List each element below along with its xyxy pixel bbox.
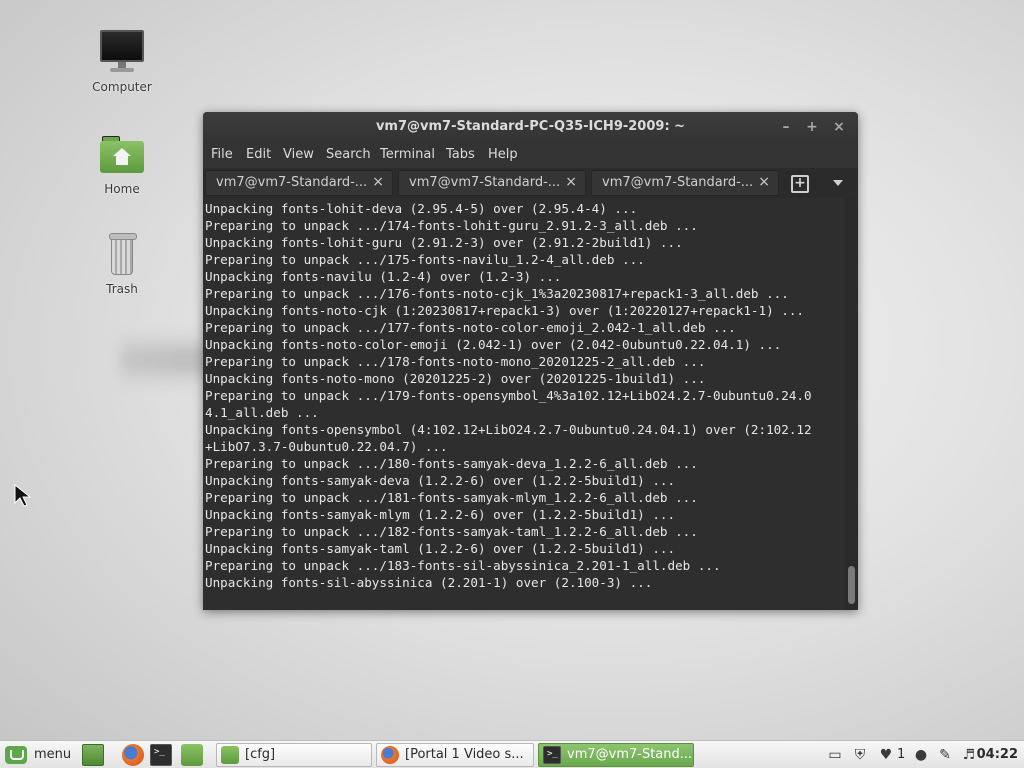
firefox-icon: [381, 746, 399, 764]
menu-bar: File Edit View Search Terminal Tabs Help: [203, 142, 858, 168]
menu-help[interactable]: Help: [488, 147, 518, 162]
taskbar-window-cfg[interactable]: [cfg]: [216, 743, 372, 767]
tab-label: vm7@vm7-Standard-...: [216, 175, 368, 190]
desktop-icon-label: Computer: [92, 80, 152, 94]
menu-file[interactable]: File: [211, 147, 233, 162]
taskbar: menu [cfg] [Portal 1 Video s... vm7@vm7-…: [0, 740, 1024, 768]
terminal-icon: [543, 746, 561, 764]
trash-icon: [98, 230, 146, 278]
taskbar-window-label: [Portal 1 Video s...: [405, 747, 524, 762]
menu-label: menu: [34, 747, 72, 762]
tab-label: vm7@vm7-Standard-...: [602, 175, 754, 190]
desktop-icon-computer[interactable]: Computer: [74, 28, 170, 94]
taskbar-window-firefox[interactable]: [Portal 1 Video s...: [376, 743, 534, 767]
tab-2[interactable]: vm7@vm7-Standard-... ×: [398, 170, 586, 196]
files-launcher-icon[interactable]: [181, 744, 203, 766]
terminal-text: Unpacking fonts-lohit-deva (2.95.4-5) ov…: [205, 201, 812, 590]
tab-label: vm7@vm7-Standard-...: [409, 175, 561, 190]
firefox-launcher-icon[interactable]: [122, 744, 144, 766]
tab-list-chevron-down-icon[interactable]: [833, 180, 843, 186]
taskbar-window-label: vm7@vm7-Stand...: [567, 747, 693, 762]
menu-edit[interactable]: Edit: [246, 147, 271, 162]
clipboard-icon[interactable]: ▭: [826, 746, 844, 764]
show-desktop-icon[interactable]: [82, 744, 104, 766]
tab-close-icon[interactable]: ×: [565, 174, 577, 190]
volume-icon[interactable]: ♬: [960, 746, 978, 764]
taskbar-window-label: [cfg]: [245, 747, 276, 762]
terminal-output[interactable]: Unpacking fonts-lohit-deva (2.95.4-5) ov…: [203, 198, 845, 610]
taskbar-window-terminal[interactable]: vm7@vm7-Stand...: [538, 743, 694, 767]
clock[interactable]: 04:22: [977, 747, 1018, 762]
tab-3[interactable]: vm7@vm7-Standard-... ×: [591, 170, 779, 196]
terminal-launcher-icon[interactable]: [150, 744, 172, 766]
tab-close-icon[interactable]: ×: [758, 174, 770, 190]
menu-tabs[interactable]: Tabs: [446, 147, 475, 162]
tab-bar: vm7@vm7-Standard-... × vm7@vm7-Standard-…: [203, 168, 858, 198]
start-menu-button[interactable]: menu: [2, 743, 74, 767]
user-icon[interactable]: ●: [912, 746, 930, 764]
mint-logo-icon: [5, 746, 27, 764]
tab-close-icon[interactable]: ×: [372, 174, 384, 190]
folder-icon: [221, 746, 239, 764]
new-tab-icon[interactable]: +: [791, 175, 809, 193]
terminal-window[interactable]: vm7@vm7-Standard-PC-Q35-ICH9-2009: ~ – +…: [203, 112, 858, 610]
titlebar[interactable]: vm7@vm7-Standard-PC-Q35-ICH9-2009: ~ – +…: [203, 112, 858, 142]
menu-view[interactable]: View: [283, 147, 314, 162]
desktop-icon-trash[interactable]: Trash: [74, 230, 170, 296]
desktop-icon-label: Trash: [106, 282, 138, 296]
scrollbar-thumb[interactable]: [848, 566, 855, 604]
pen-icon[interactable]: ✎: [936, 746, 954, 764]
maximize-button[interactable]: +: [803, 118, 821, 136]
menu-terminal[interactable]: Terminal: [380, 147, 435, 162]
tab-1[interactable]: vm7@vm7-Standard-... ×: [205, 170, 393, 196]
home-folder-icon: [98, 130, 146, 178]
window-title: vm7@vm7-Standard-PC-Q35-ICH9-2009: ~: [375, 119, 686, 134]
desktop-icon-label: Home: [104, 182, 140, 196]
desktop-icon-home[interactable]: Home: [74, 130, 170, 196]
menu-search[interactable]: Search: [326, 147, 371, 162]
network-icon[interactable]: ♥: [877, 746, 895, 764]
computer-icon: [98, 28, 146, 76]
notification-count: 1: [897, 747, 906, 762]
close-button[interactable]: ×: [830, 118, 848, 136]
scrollbar[interactable]: [845, 198, 858, 610]
shield-icon[interactable]: ⛨: [851, 746, 869, 764]
minimize-button[interactable]: –: [777, 118, 795, 136]
